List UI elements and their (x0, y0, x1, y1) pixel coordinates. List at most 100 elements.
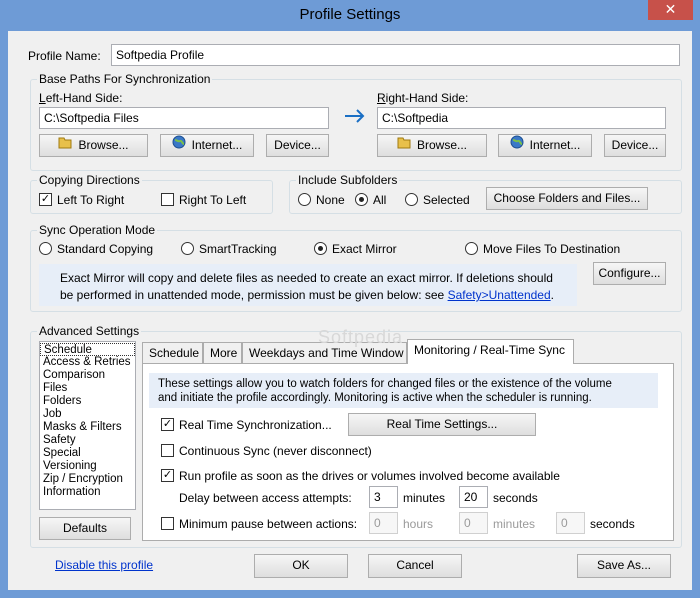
include-subfolders-label: Include Subfolders (296, 173, 400, 187)
pause-seconds-unit: seconds (590, 517, 635, 531)
category-item-job[interactable]: Job (40, 408, 135, 421)
pause-seconds-input[interactable]: 0 (556, 512, 585, 534)
right-to-left-checkbox[interactable] (161, 193, 174, 206)
advanced-settings-label: Advanced Settings (37, 324, 142, 338)
arrow-right-icon (344, 108, 366, 129)
mode-standard-label: Standard Copying (57, 242, 154, 256)
right-side-label: Right-Hand Side: (377, 91, 469, 105)
realtime-settings-button[interactable]: Real Time Settings... (348, 413, 536, 436)
left-internet-label: Internet... (191, 138, 243, 152)
delay-minutes-input[interactable]: 3 (369, 486, 398, 508)
left-browse-button[interactable]: Browse... (39, 134, 148, 157)
right-path-input[interactable]: C:\Softpedia (377, 107, 666, 129)
category-list[interactable]: Schedule Access & Retries Comparison Fil… (39, 341, 136, 510)
category-item-schedule[interactable]: Schedule (40, 343, 135, 356)
subfolders-selected-radio[interactable] (405, 193, 418, 206)
category-item-folders[interactable]: Folders (40, 395, 135, 408)
delay-seconds-input[interactable]: 20 (459, 486, 488, 508)
mode-description-text: be performed in unattended mode, permiss… (60, 288, 445, 302)
right-browse-label: Browse... (416, 138, 467, 152)
profile-name-input[interactable]: Softpedia Profile (111, 44, 680, 66)
left-to-right-checkbox[interactable]: ✓ (39, 193, 52, 206)
left-to-right-label: Left To Right (57, 193, 125, 207)
right-internet-label: Internet... (529, 138, 581, 152)
tab-more[interactable]: More (203, 342, 242, 363)
pause-hours-input[interactable]: 0 (369, 512, 398, 534)
subfolders-all-radio[interactable] (355, 193, 368, 206)
pause-hours-unit: hours (403, 517, 434, 531)
window-title: Profile Settings (299, 6, 401, 23)
delay-seconds-unit: seconds (493, 491, 538, 505)
mode-exact-mirror-radio[interactable] (314, 242, 327, 255)
category-item-comparison[interactable]: Comparison (40, 369, 135, 382)
run-profile-label: Run profile as soon as the drives or vol… (179, 469, 560, 483)
disable-profile-link[interactable]: Disable this profile (55, 558, 153, 572)
right-device-button[interactable]: Device... (604, 134, 666, 157)
mode-description-end: . (550, 288, 554, 302)
dialog-body: Profile Name: Softpedia Profile Base Pat… (8, 31, 692, 590)
tab-schedule[interactable]: Schedule (142, 342, 203, 363)
subfolders-none-label: None (316, 193, 345, 207)
category-item-versioning[interactable]: Versioning (40, 460, 135, 473)
left-path-input[interactable]: C:\Softpedia Files (39, 107, 329, 129)
left-browse-label: Browse... (78, 138, 129, 152)
run-profile-checkbox[interactable]: ✓ (161, 469, 174, 482)
realtime-sync-label: Real Time Synchronization... (179, 418, 332, 432)
delay-minutes-unit: minutes (403, 491, 446, 505)
delay-label: Delay between access attempts: (179, 491, 352, 505)
ok-button[interactable]: OK (254, 554, 348, 578)
folder-icon (397, 135, 411, 156)
category-item-information[interactable]: Information (40, 486, 135, 499)
category-item-zip-encryption[interactable]: Zip / Encryption (40, 473, 135, 486)
right-internet-button[interactable]: Internet... (498, 134, 592, 157)
continuous-sync-checkbox[interactable] (161, 444, 174, 457)
right-to-left-label: Right To Left (179, 193, 247, 207)
right-browse-button[interactable]: Browse... (377, 134, 487, 157)
choose-folders-button[interactable]: Choose Folders and Files... (486, 187, 648, 210)
sync-mode-label: Sync Operation Mode (37, 223, 158, 237)
base-paths-label: Base Paths For Synchronization (37, 72, 213, 86)
pause-minutes-input[interactable]: 0 (459, 512, 488, 534)
title-bar[interactable]: Profile Settings ✕ (0, 0, 700, 30)
subfolders-none-radio[interactable] (298, 193, 311, 206)
profile-name-label: Profile Name: (28, 49, 101, 63)
mode-exact-mirror-label: Exact Mirror (332, 242, 397, 256)
globe-icon (510, 135, 524, 156)
copying-directions-label: Copying Directions (37, 173, 142, 187)
category-item-access-retries[interactable]: Access & Retries (40, 356, 135, 369)
defaults-button[interactable]: Defaults (39, 517, 131, 540)
left-device-button[interactable]: Device... (266, 134, 329, 157)
mode-standard-radio[interactable] (39, 242, 52, 255)
profile-settings-window: Profile Settings ✕ Profile Name: Softped… (0, 0, 700, 598)
category-item-safety[interactable]: Safety (40, 434, 135, 447)
min-pause-label: Minimum pause between actions: (179, 517, 358, 531)
mode-move-files-radio[interactable] (465, 242, 478, 255)
mode-move-files-label: Move Files To Destination (483, 242, 621, 256)
subfolders-selected-label: Selected (423, 193, 470, 207)
folder-icon (58, 135, 72, 156)
min-pause-checkbox[interactable] (161, 517, 174, 530)
mode-description-line1: Exact Mirror will copy and delete files … (60, 271, 553, 285)
left-side-label: Left-Hand Side: (39, 91, 123, 105)
category-item-masks-filters[interactable]: Masks & Filters (40, 421, 135, 434)
continuous-sync-label: Continuous Sync (never disconnect) (179, 444, 372, 458)
close-button[interactable]: ✕ (648, 0, 693, 20)
monitoring-info-line2: and initiate the profile accordingly. Mo… (158, 392, 592, 404)
cancel-button[interactable]: Cancel (368, 554, 462, 578)
configure-button[interactable]: Configure... (593, 262, 666, 285)
realtime-sync-checkbox[interactable]: ✓ (161, 418, 174, 431)
pause-minutes-unit: minutes (493, 517, 536, 531)
mode-smarttracking-radio[interactable] (181, 242, 194, 255)
mode-smarttracking-label: SmartTracking (199, 242, 277, 256)
safety-unattended-link[interactable]: Safety>Unattended (448, 288, 551, 302)
left-internet-button[interactable]: Internet... (160, 134, 254, 157)
softpedia-watermark: Softpedia (318, 327, 404, 347)
category-item-special[interactable]: Special (40, 447, 135, 460)
mode-description-line2: be performed in unattended mode, permiss… (60, 288, 554, 302)
globe-icon (172, 135, 186, 156)
save-as-button[interactable]: Save As... (577, 554, 671, 578)
monitoring-info-line1: These settings allow you to watch folder… (158, 378, 612, 390)
tab-monitoring[interactable]: Monitoring / Real-Time Sync (407, 339, 574, 364)
category-item-files[interactable]: Files (40, 382, 135, 395)
subfolders-all-label: All (373, 193, 387, 207)
